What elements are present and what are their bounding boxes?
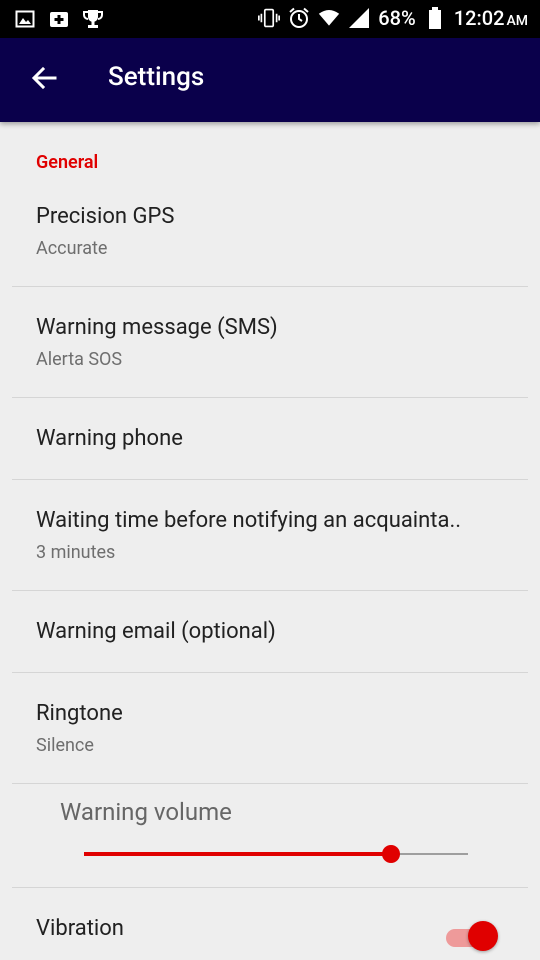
pref-precision-gps[interactable]: Precision GPS Accurate	[0, 188, 540, 286]
trophy-icon	[82, 8, 104, 30]
section-header-general: General	[36, 152, 99, 173]
clock-ampm: AM	[506, 13, 528, 29]
slider-fill	[84, 852, 392, 856]
status-bar: 68% 12:02 AM	[0, 0, 540, 38]
pref-warning-phone[interactable]: Warning phone	[0, 398, 540, 479]
wifi-icon	[318, 7, 340, 29]
clock: 12:02 AM	[454, 6, 528, 30]
clock-time: 12:02	[453, 6, 505, 30]
switch-thumb	[468, 921, 498, 951]
pref-title: Vibration	[36, 916, 124, 941]
signal-icon	[348, 7, 370, 29]
pref-summary: Alerta SOS	[36, 349, 123, 370]
pref-warning-message-sms[interactable]: Warning message (SMS) Alerta SOS	[0, 287, 540, 397]
vibration-switch[interactable]	[444, 920, 500, 954]
pref-title: Waiting time before notifying an acquain…	[36, 508, 462, 533]
arrow-back-icon	[31, 65, 57, 95]
battery-icon	[424, 7, 446, 29]
warning-volume-label: Warning volume	[60, 798, 232, 826]
alarm-icon	[288, 7, 310, 29]
pref-summary: Silence	[36, 735, 94, 756]
app-toolbar: Settings	[0, 38, 540, 122]
pref-summary: Accurate	[36, 238, 108, 259]
image-icon	[14, 8, 36, 30]
divider	[12, 783, 528, 784]
pref-title: Warning message (SMS)	[36, 315, 278, 340]
pref-title: Warning phone	[36, 426, 183, 451]
health-plus-icon	[48, 8, 70, 30]
slider-thumb[interactable]	[382, 845, 401, 863]
pref-title: Precision GPS	[36, 204, 175, 229]
pref-waiting-time[interactable]: Waiting time before notifying an acquain…	[0, 480, 540, 590]
page-title: Settings	[108, 62, 205, 92]
pref-title: Ringtone	[36, 701, 123, 726]
battery-percent: 68%	[378, 6, 416, 30]
vibrate-icon	[258, 7, 281, 29]
warning-volume-slider[interactable]	[84, 845, 468, 863]
pref-title: Warning email (optional)	[36, 619, 276, 644]
pref-warning-email[interactable]: Warning email (optional)	[0, 591, 540, 672]
pref-summary: 3 minutes	[36, 542, 116, 563]
back-button[interactable]	[22, 58, 66, 102]
pref-ringtone[interactable]: Ringtone Silence	[0, 673, 540, 783]
